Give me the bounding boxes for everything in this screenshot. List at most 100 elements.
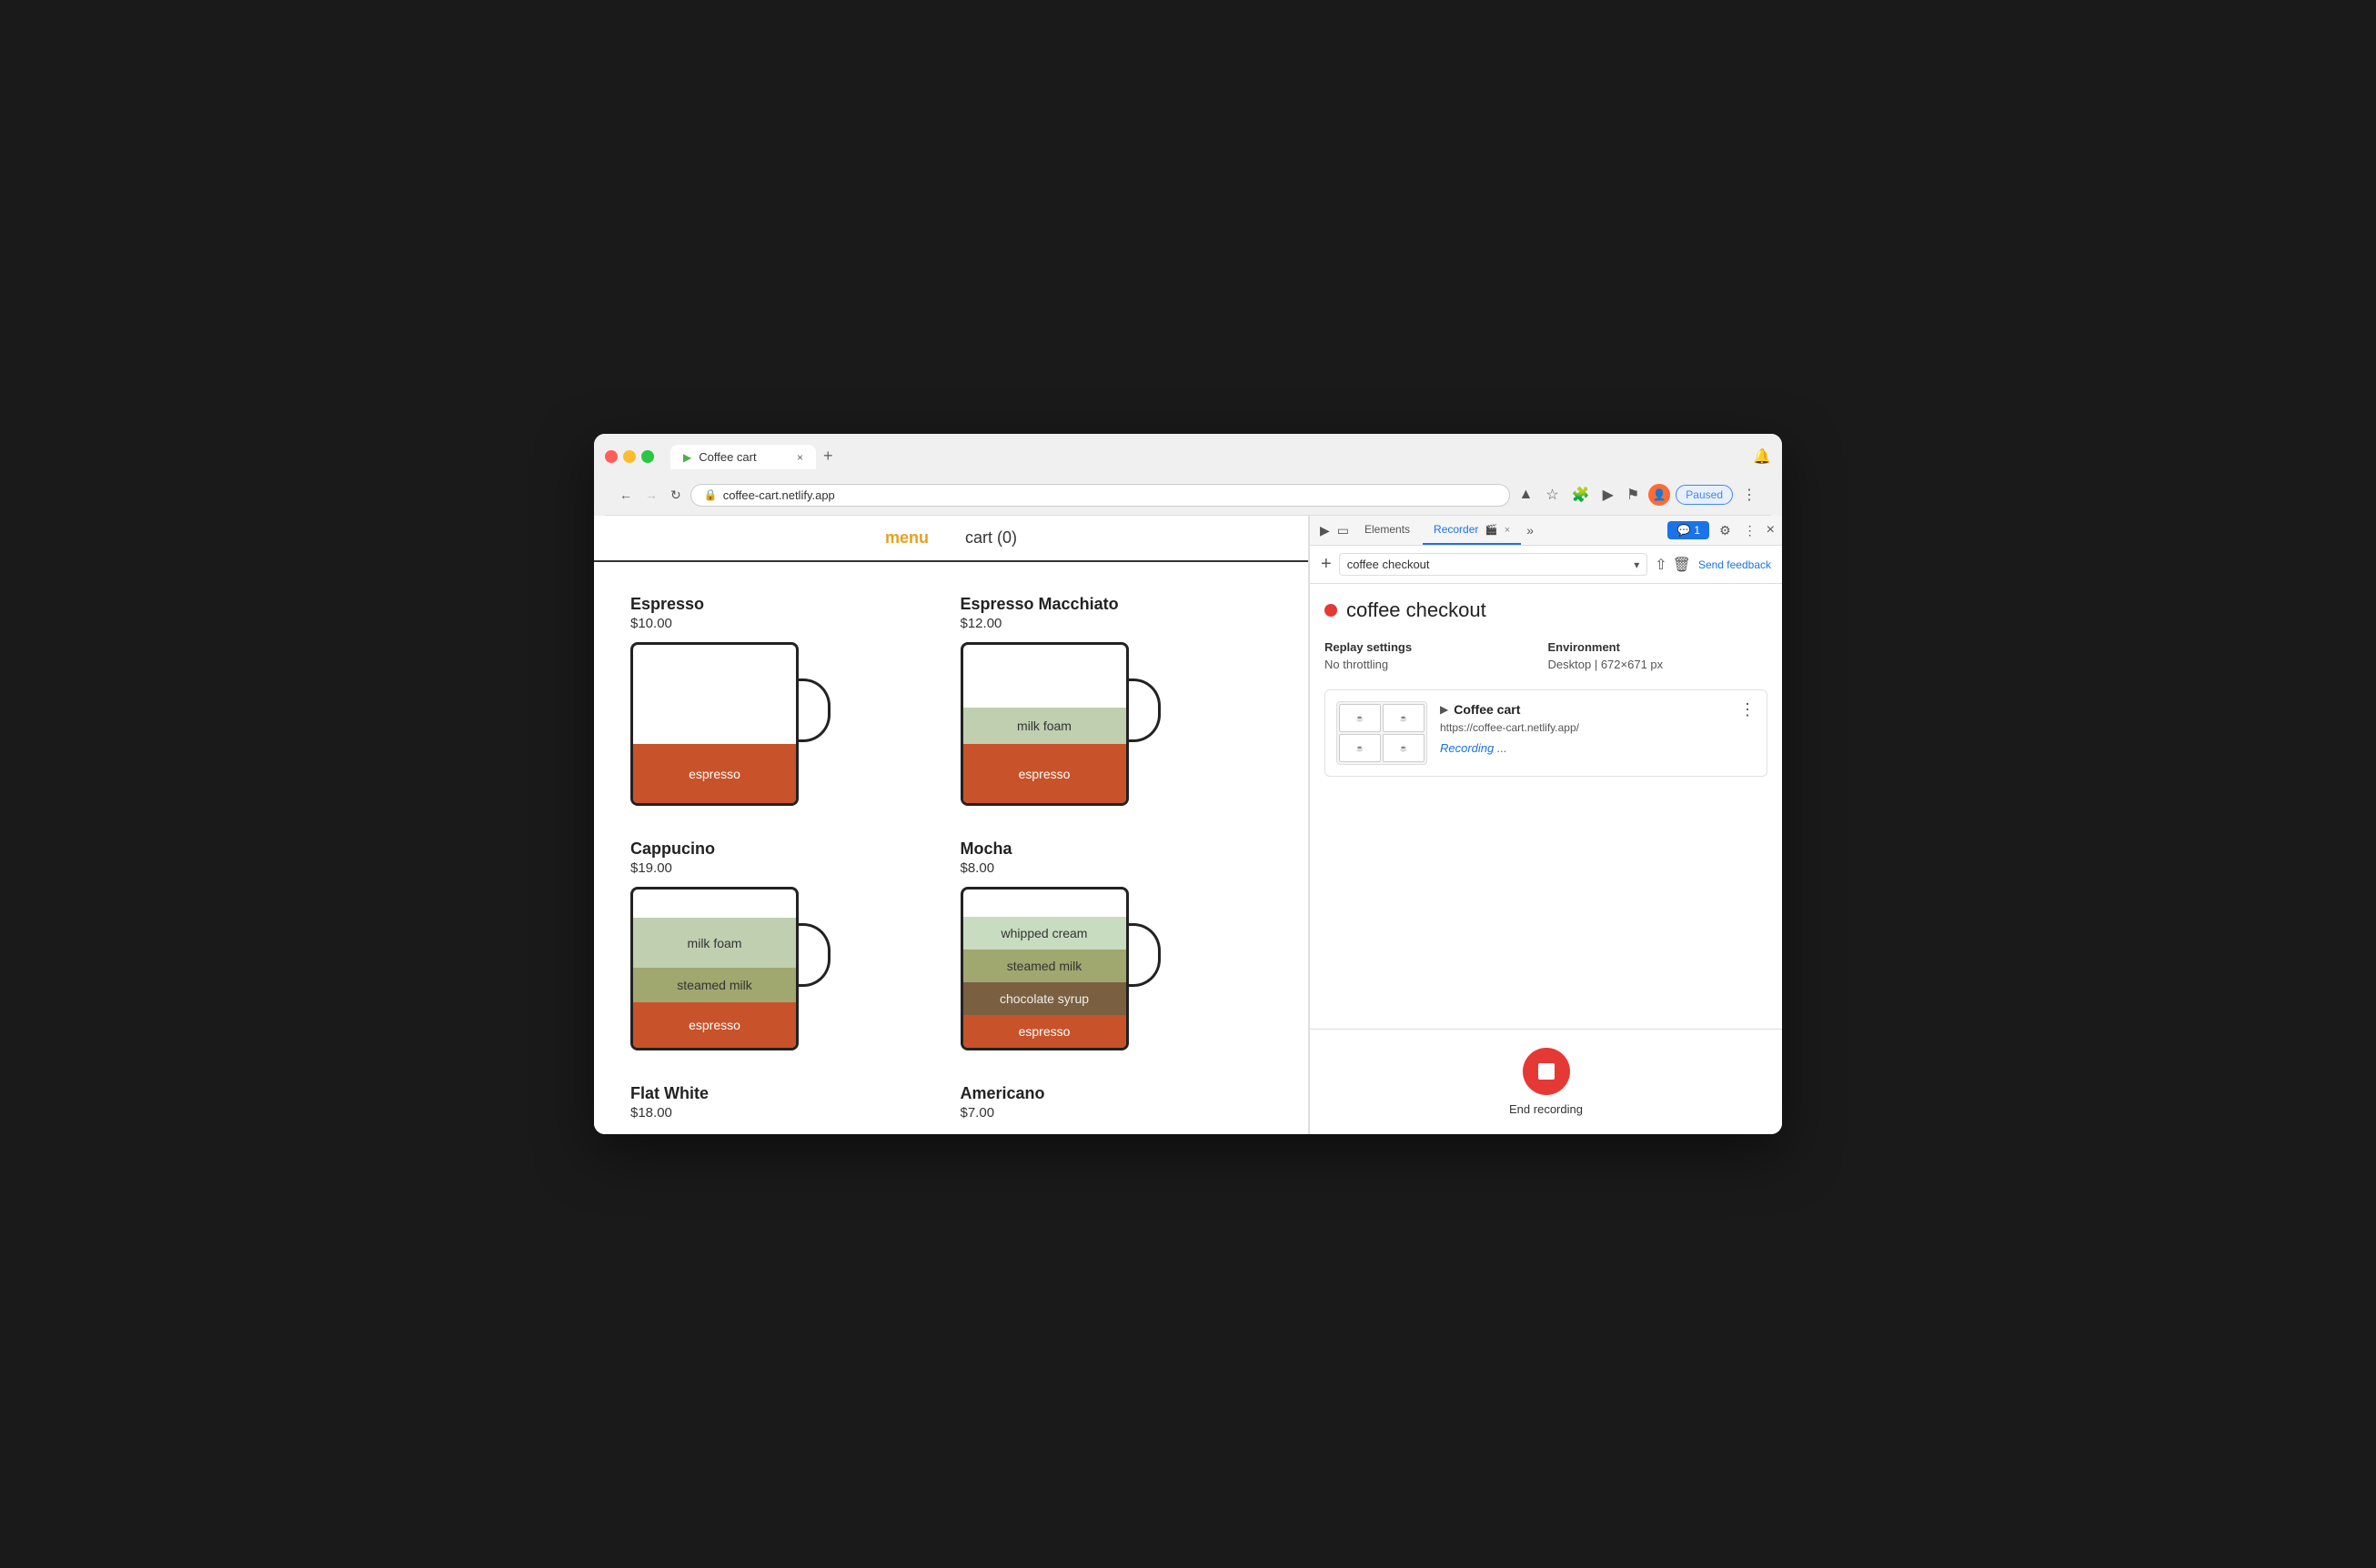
recorder-tab-close[interactable]: × (1505, 525, 1510, 536)
elements-tab-label: Elements (1364, 523, 1410, 536)
dropdown-arrow-icon: ▾ (1634, 558, 1639, 571)
espresso-macchiato-item[interactable]: Espresso Macchiato $12.00 milk foam espr… (951, 580, 1282, 825)
address-bar[interactable]: 🔒 coffee-cart.netlify.app (690, 484, 1510, 507)
more-tabs-button[interactable]: » (1523, 519, 1537, 541)
bookmark-button[interactable]: ☆ (1542, 482, 1562, 508)
separator: | (1595, 658, 1601, 671)
resolution-label: 672×671 px (1601, 658, 1663, 671)
thumb-cell-4: ☕ (1383, 734, 1425, 762)
flat-white-name: Flat White (630, 1084, 942, 1103)
replay-settings-label: Replay settings (1324, 640, 1545, 654)
mocha-layer-whipped-cream: whipped cream (963, 917, 1126, 950)
mocha-layer-chocolate-syrup: chocolate syrup (963, 982, 1126, 1015)
espresso-mug-body: espresso (630, 642, 799, 806)
extension-icon: 🔔 (1753, 447, 1771, 466)
forward-button[interactable]: → (641, 484, 661, 506)
flat-white-item[interactable]: Flat White $18.00 (621, 1070, 951, 1134)
devtools-more-btn[interactable]: ⋮ (1741, 520, 1759, 541)
mocha-name: Mocha (961, 839, 1273, 859)
devtools-devices-btn[interactable]: ▭ (1334, 520, 1352, 541)
preview-title-row: ▶ Coffee cart ⋮ (1440, 701, 1756, 718)
chat-icon: 💬 (1676, 524, 1690, 537)
traffic-lights (605, 450, 654, 463)
reload-button[interactable]: ↻ (667, 484, 685, 507)
recorder-add-button[interactable]: + (1321, 554, 1332, 575)
browser-toolbar: ← → ↻ 🔒 coffee-cart.netlify.app ▲ ☆ 🧩 ▶ … (605, 477, 1771, 516)
delete-button[interactable]: 🗑 (1673, 556, 1691, 574)
macchiato-layer-milk-foam: milk foam (963, 708, 1126, 744)
tab-close-button[interactable]: × (797, 451, 803, 464)
mocha-item[interactable]: Mocha $8.00 whipped cream steamed milk c… (951, 825, 1282, 1070)
macchiato-mug-handle (1126, 678, 1161, 742)
preview-more-button[interactable]: ⋮ (1739, 701, 1756, 718)
espresso-mug-handle (796, 678, 831, 742)
close-traffic-light[interactable] (605, 450, 618, 463)
mocha-mug: whipped cream steamed milk chocolate syr… (961, 887, 1161, 1055)
minimize-traffic-light[interactable] (623, 450, 636, 463)
devtools-close-btn[interactable]: × (1767, 522, 1775, 538)
replay-settings-grid: Replay settings Environment No throttlin… (1324, 640, 1767, 671)
stop-icon (1538, 1063, 1555, 1080)
recorder-content: coffee checkout Replay settings Environm… (1310, 584, 1782, 1029)
mocha-layer-espresso: espresso (963, 1015, 1126, 1048)
recording-status-text: Recording ... (1440, 741, 1756, 755)
share-button[interactable]: ▲ (1515, 483, 1537, 507)
profile-extensions-btn[interactable]: ⚑ (1623, 482, 1643, 508)
espresso-mug: espresso (630, 642, 831, 810)
cappucino-item[interactable]: Cappucino $19.00 milk foam steamed milk … (621, 825, 951, 1070)
nav-cart-link[interactable]: cart (0) (965, 528, 1017, 548)
preview-url-text: https://coffee-cart.netlify.app/ (1440, 721, 1756, 734)
recording-title-text: coffee checkout (1346, 598, 1486, 622)
stop-recording-button[interactable] (1523, 1048, 1570, 1095)
recording-name-text: coffee checkout (1347, 558, 1631, 571)
browser-window: ▶ Coffee cart × + 🔔 ← → ↻ 🔒 coffee-cart.… (594, 434, 1782, 1134)
cappucino-layer-steamed-milk: steamed milk (633, 968, 796, 1002)
americano-price: $7.00 (961, 1105, 1273, 1121)
preview-info: ▶ Coffee cart ⋮ https://coffee-cart.netl… (1440, 701, 1756, 755)
devtools-settings-btn[interactable]: ⚙ (1717, 520, 1734, 541)
cast-button[interactable]: ▶ (1599, 482, 1617, 508)
toolbar-actions: ▲ ☆ 🧩 ▶ ⚑ 👤 Paused ⋮ (1515, 482, 1760, 508)
desktop-resolution-value: Desktop | 672×671 px (1548, 658, 1768, 671)
paused-button[interactable]: Paused (1676, 485, 1733, 505)
cappucino-mug: milk foam steamed milk espresso (630, 887, 831, 1055)
tab-elements[interactable]: Elements (1354, 516, 1421, 545)
menu-button[interactable]: ⋮ (1738, 482, 1760, 508)
recorder-tab-label: Recorder (1434, 523, 1478, 536)
devtools-tabs-bar: ▶ ▭ Elements Recorder 🎬 × » 💬 1 (1310, 516, 1782, 546)
back-button[interactable]: ← (616, 484, 636, 506)
address-text: coffee-cart.netlify.app (723, 488, 835, 502)
espresso-name: Espresso (630, 595, 942, 614)
mocha-price: $8.00 (961, 860, 1273, 876)
expand-icon[interactable]: ▶ (1440, 703, 1448, 716)
devtools-cursor-btn[interactable]: ▶ (1317, 520, 1333, 541)
paused-label: Paused (1686, 488, 1723, 501)
recording-title-row: coffee checkout (1324, 598, 1767, 622)
espresso-item[interactable]: Espresso $10.00 espresso (621, 580, 951, 825)
americano-item[interactable]: Americano $7.00 Total: $0.00 (951, 1070, 1282, 1134)
export-button[interactable]: ⇧ (1655, 556, 1666, 574)
user-avatar[interactable]: 👤 (1648, 484, 1670, 506)
recorder-tab-icon: 🎬 (1485, 525, 1498, 536)
recorder-toolbar: + coffee checkout ▾ ⇧ 🗑 Send feedback (1310, 546, 1782, 584)
espresso-layers: espresso (633, 744, 796, 803)
actions-badge-button[interactable]: 💬 1 (1667, 521, 1709, 539)
active-tab[interactable]: ▶ Coffee cart × (670, 445, 816, 469)
send-feedback-link[interactable]: Send feedback (1698, 558, 1771, 571)
cappucino-layer-espresso: espresso (633, 1002, 796, 1048)
recording-name-selector[interactable]: coffee checkout ▾ (1339, 553, 1648, 576)
maximize-traffic-light[interactable] (641, 450, 654, 463)
environment-label: Environment (1548, 640, 1768, 654)
thumb-cell-3: ☕ (1339, 734, 1381, 762)
new-tab-button[interactable]: + (816, 443, 841, 469)
extensions-button[interactable]: 🧩 (1568, 482, 1594, 508)
nav-menu-link[interactable]: menu (885, 528, 929, 548)
lock-icon: 🔒 (704, 488, 718, 501)
americano-name: Americano (961, 1084, 1273, 1103)
macchiato-mug-body: milk foam espresso (961, 642, 1129, 806)
browser-content: menu cart (0) Espresso $10.00 espresso (594, 516, 1782, 1134)
tab-recorder[interactable]: Recorder 🎬 × (1423, 516, 1521, 545)
espresso-price: $10.00 (630, 616, 942, 631)
coffee-grid: Espresso $10.00 espresso Espresso Macchi… (594, 562, 1308, 1134)
mocha-mug-handle (1126, 923, 1161, 987)
